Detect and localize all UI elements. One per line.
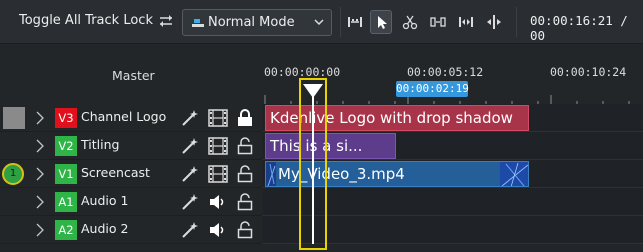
clip-title: My_Video_3.mp4 [278, 165, 405, 183]
edit-mode-select[interactable]: Normal Mode [182, 9, 332, 36]
effects-wand-icon[interactable] [180, 137, 200, 155]
timeline-toolbar: Toggle All Track Lock Normal Mode 00:00:… [0, 0, 643, 44]
track-header[interactable]: A2 Audio 2 [0, 216, 262, 244]
ripple-tool-button[interactable] [455, 11, 477, 33]
zone-duration-label: 00:00:02:19 [396, 82, 469, 95]
chevron-right-icon[interactable] [34, 222, 46, 238]
chevron-right-icon[interactable] [34, 138, 46, 154]
effects-wand-icon[interactable] [180, 109, 200, 127]
track-header-area: Master [0, 45, 262, 105]
chevron-right-icon[interactable] [34, 166, 46, 182]
effects-wand-icon[interactable] [180, 221, 200, 239]
chevron-down-icon [313, 16, 325, 28]
track-target-indicator[interactable]: 1 [2, 163, 24, 185]
clip-titling[interactable]: This is a si... [265, 133, 396, 159]
track-name: Titling [81, 137, 120, 152]
multicam-tool-icon [487, 15, 501, 29]
lock-open-icon[interactable] [235, 137, 255, 155]
selection-tool-button[interactable] [370, 10, 392, 34]
film-strip-icon[interactable] [208, 165, 228, 183]
track-name: Audio 1 [81, 193, 129, 208]
track-tag[interactable]: V2 [55, 136, 77, 156]
slip-tool-icon [430, 17, 446, 27]
lock-open-icon[interactable] [235, 193, 255, 211]
lock-open-icon[interactable] [235, 165, 255, 183]
track-tag[interactable]: A2 [55, 220, 77, 240]
master-label[interactable]: Master [112, 68, 155, 83]
chevron-right-icon[interactable] [34, 110, 46, 126]
track-name: Audio 2 [81, 221, 129, 236]
track-header[interactable]: A1 Audio 1 [0, 188, 262, 216]
track-name: Channel Logo [81, 109, 167, 124]
ruler-tick-label: 00:00:05:12 [407, 65, 484, 79]
ripple-tool-icon [459, 17, 473, 27]
track-tag[interactable]: V3 [55, 108, 77, 128]
edit-mode-value: Normal Mode [208, 15, 295, 30]
playhead-highlight-box [299, 78, 327, 250]
lock-closed-icon[interactable] [235, 109, 255, 127]
toolbar-separator [516, 7, 517, 37]
speaker-icon[interactable] [208, 193, 228, 211]
track-tag[interactable]: V1 [55, 164, 77, 184]
razor-tool-icon [402, 15, 418, 30]
razor-tool-button[interactable] [399, 11, 421, 33]
spacer-tool-button[interactable] [344, 11, 366, 33]
multicam-tool-button[interactable] [483, 11, 505, 33]
timeline-position-display: 00:00:16:21 / 00 [530, 13, 628, 43]
ruler-tick-label: 00:00:10:24 [550, 65, 627, 79]
chevron-right-icon[interactable] [34, 194, 46, 210]
effects-wand-icon[interactable] [180, 193, 200, 211]
selection-tool-icon [378, 16, 387, 29]
effects-wand-icon[interactable] [180, 165, 200, 183]
toolbar-separator [340, 7, 341, 37]
slip-tool-button[interactable] [427, 11, 449, 33]
spacer-tool-icon [348, 17, 362, 27]
track-select-indicator[interactable] [3, 107, 25, 129]
speaker-icon[interactable] [208, 221, 228, 239]
film-strip-icon[interactable] [208, 109, 228, 127]
ruler-tick-label: 00:00:00:00 [264, 65, 341, 79]
track-header[interactable]: V2 Titling [0, 132, 262, 160]
track-header[interactable]: 1 V1 Screencast [0, 160, 262, 188]
track-tag[interactable]: A1 [55, 192, 77, 212]
mode-switch-icon[interactable] [158, 13, 174, 29]
lock-open-icon[interactable] [235, 221, 255, 239]
toggle-all-track-lock-button[interactable]: Toggle All Track Lock [19, 13, 153, 28]
film-strip-icon[interactable] [208, 137, 228, 155]
normal-mode-icon [192, 17, 204, 27]
track-header[interactable]: V3 Channel Logo [0, 104, 262, 132]
track-name: Screencast [81, 165, 150, 180]
